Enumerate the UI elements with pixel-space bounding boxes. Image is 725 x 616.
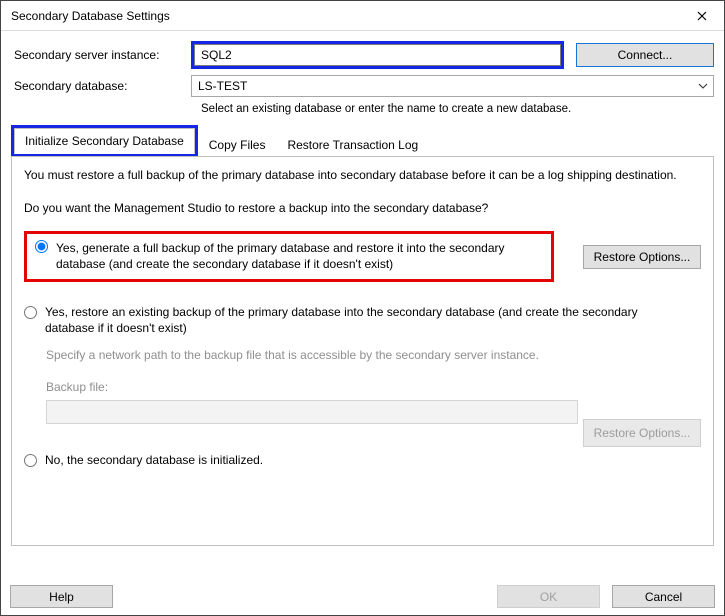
cancel-button[interactable]: Cancel xyxy=(612,585,715,608)
connect-button[interactable]: Connect... xyxy=(576,43,714,67)
tab-panel-initialize: You must restore a full backup of the pr… xyxy=(11,156,714,546)
tab-copy-files[interactable]: Copy Files xyxy=(198,132,277,157)
database-hint: Select an existing database or enter the… xyxy=(201,103,714,115)
server-instance-input[interactable] xyxy=(194,44,561,66)
backup-file-input xyxy=(46,400,578,424)
content-area: Secondary server instance: Connect... Se… xyxy=(1,31,724,552)
option2-label: Yes, restore an existing backup of the p… xyxy=(45,304,664,336)
option2-radio[interactable] xyxy=(24,306,37,319)
database-combo[interactable] xyxy=(191,75,714,97)
server-instance-highlight xyxy=(191,41,564,69)
backup-path-hint: Specify a network path to the backup fil… xyxy=(46,348,701,362)
panel-intro-text: You must restore a full backup of the pr… xyxy=(24,167,701,183)
option1-radio[interactable] xyxy=(35,240,48,253)
tab-init-highlight: Initialize Secondary Database xyxy=(11,125,198,157)
close-button[interactable] xyxy=(680,1,724,31)
option2-row: Yes, restore an existing backup of the p… xyxy=(24,304,664,336)
tab-initialize[interactable]: Initialize Secondary Database xyxy=(14,128,195,154)
window-title: Secondary Database Settings xyxy=(11,9,170,23)
option1-highlight: Yes, generate a full backup of the prima… xyxy=(24,231,554,281)
help-button[interactable]: Help xyxy=(10,585,113,608)
panel-question-text: Do you want the Management Studio to res… xyxy=(24,201,701,215)
footer-bar: Help OK Cancel xyxy=(10,585,715,608)
database-label: Secondary database: xyxy=(11,79,191,93)
option3-label: No, the secondary database is initialize… xyxy=(45,452,701,468)
server-instance-label: Secondary server instance: xyxy=(11,48,191,62)
option2-subblock: Specify a network path to the backup fil… xyxy=(46,348,701,424)
option3-row: No, the secondary database is initialize… xyxy=(24,452,701,468)
database-row: Secondary database: xyxy=(11,75,714,97)
option1-label: Yes, generate a full backup of the prima… xyxy=(56,240,543,272)
restore-options-button[interactable]: Restore Options... xyxy=(583,245,701,269)
backup-file-label: Backup file: xyxy=(46,380,701,394)
title-bar: Secondary Database Settings xyxy=(1,1,724,31)
tab-restore-log[interactable]: Restore Transaction Log xyxy=(276,132,429,157)
close-icon xyxy=(697,11,707,21)
restore-options-button-disabled: Restore Options... xyxy=(583,419,701,447)
ok-button: OK xyxy=(497,585,600,608)
option3-radio[interactable] xyxy=(24,454,37,467)
database-input[interactable] xyxy=(191,75,714,97)
server-instance-row: Secondary server instance: Connect... xyxy=(11,41,714,69)
tab-strip: Initialize Secondary Database Copy Files… xyxy=(11,125,714,157)
chevron-down-icon[interactable] xyxy=(693,76,713,96)
